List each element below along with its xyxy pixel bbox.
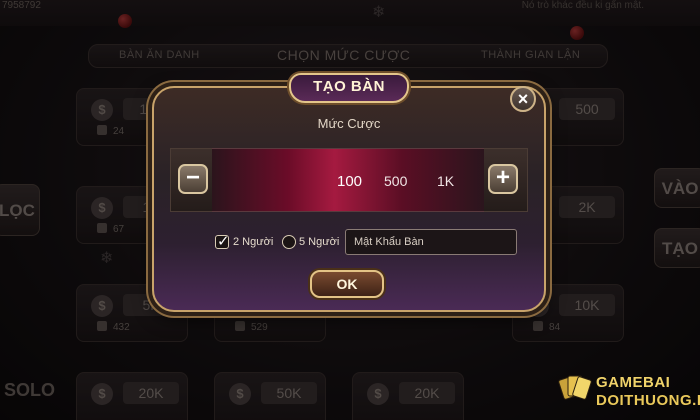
bet-option-500[interactable]: 500 xyxy=(384,173,407,189)
minus-button[interactable]: − xyxy=(178,164,208,194)
checkmark-icon: ✓ xyxy=(217,233,230,250)
cards-logo-icon xyxy=(558,375,592,400)
dialog-title: TẠO BÀN xyxy=(313,78,385,95)
plus-button[interactable]: + xyxy=(488,164,518,194)
five-player-radio[interactable] xyxy=(282,235,296,249)
close-button[interactable]: × xyxy=(510,86,536,112)
five-player-label: 5 Người xyxy=(299,236,340,248)
bet-level-label: Mức Cược xyxy=(317,116,381,131)
bet-option-100[interactable]: 100 xyxy=(337,173,362,190)
ok-button[interactable]: OK xyxy=(310,270,384,298)
watermark-line1: GAMEBAI xyxy=(596,374,671,391)
two-player-label: 2 Người xyxy=(233,236,274,248)
watermark-line2: DOITHUONG.IS xyxy=(596,392,700,409)
two-player-checkbox[interactable]: ✓ xyxy=(215,233,230,250)
bet-option-1k[interactable]: 1K xyxy=(437,173,454,189)
table-password-input[interactable] xyxy=(345,229,517,255)
